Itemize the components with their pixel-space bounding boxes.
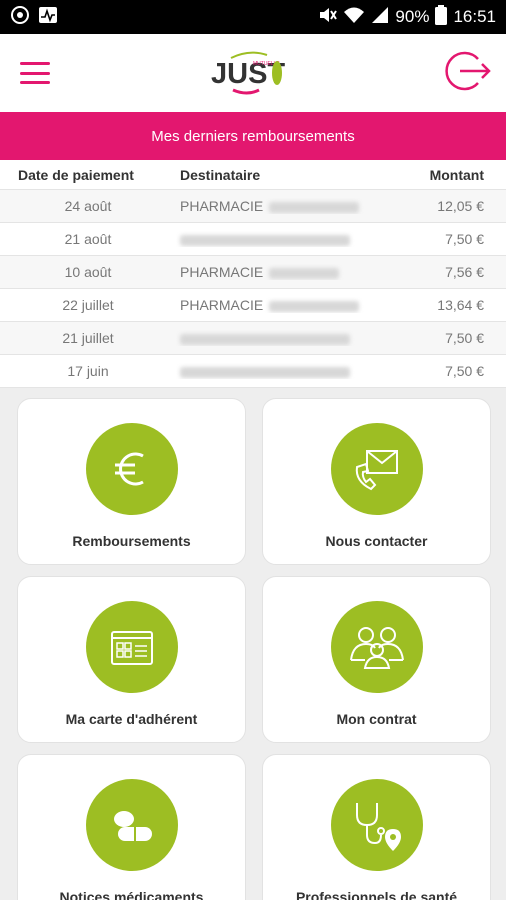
- table-header: Date de paiement Destinataire Montant: [0, 160, 506, 190]
- tile-label: Professionnels de santé: [295, 889, 458, 900]
- payment-date: 22 juillet: [62, 297, 114, 313]
- battery-icon: [435, 4, 448, 30]
- redacted-text: [269, 267, 340, 279]
- logout-button[interactable]: [444, 49, 492, 98]
- column-header-recipient: Destinataire: [180, 166, 261, 183]
- brand-logo: JUST MUTUELLE: [209, 49, 285, 97]
- amount: 7,50 €: [445, 231, 484, 247]
- recipient: PHARMACIE: [176, 264, 396, 280]
- column-header-amount: Montant: [429, 166, 484, 183]
- redacted-text: [180, 234, 350, 246]
- tile-drug-notices[interactable]: Notices médicaments: [17, 754, 246, 900]
- payment-date: 10 août: [64, 264, 112, 280]
- amount: 13,64 €: [437, 297, 484, 313]
- table-row[interactable]: 22 juillet PHARMACIE 13,64 €: [0, 289, 506, 322]
- euro-icon: [114, 452, 144, 486]
- menu-bar-line: [20, 62, 50, 65]
- table-row[interactable]: 24 août PHARMACIE 12,05 €: [0, 190, 506, 223]
- recipient-name: PHARMACIE: [180, 297, 264, 313]
- logo-mark: JUST MUTUELLE: [211, 51, 285, 95]
- redacted-text: [180, 366, 350, 378]
- tile-icon-circle: [85, 601, 178, 693]
- pills-icon: [113, 811, 152, 841]
- recipient-name: PHARMACIE: [180, 264, 264, 280]
- tile-label: Notices médicaments: [59, 889, 204, 900]
- status-bar: 90% 16:51: [0, 0, 506, 34]
- column-header-date: Date de paiement: [18, 166, 134, 183]
- member-card-icon: [110, 631, 153, 665]
- tile-icon-circle: [85, 423, 178, 515]
- menu-bar-line: [20, 71, 50, 75]
- tile-reimbursements[interactable]: Remboursements: [17, 398, 246, 565]
- recipient-name: PHARMACIE: [180, 198, 264, 214]
- tile-member-card[interactable]: Ma carte d'adhérent: [17, 576, 246, 743]
- stethoscope-icon: [355, 803, 401, 851]
- whatsapp-icon: [10, 5, 30, 30]
- amount: 7,56 €: [445, 264, 484, 280]
- recipient: PHARMACIE: [176, 297, 396, 313]
- redacted-text: [269, 201, 360, 213]
- clock: 16:51: [453, 7, 496, 26]
- redacted-text: [269, 300, 360, 312]
- wifi-icon: [343, 5, 365, 30]
- reimbursements-banner: Mes derniers remboursements: [0, 112, 506, 160]
- activity-icon: [38, 5, 58, 30]
- payment-date: 24 août: [64, 198, 112, 214]
- table-row[interactable]: 10 août PHARMACIE 7,56 €: [0, 256, 506, 289]
- recipient: [176, 330, 396, 346]
- tile-contract[interactable]: Mon contrat: [262, 576, 491, 743]
- menu-button[interactable]: [20, 62, 50, 84]
- tile-icon-circle: [330, 601, 423, 693]
- tile-label: Nous contacter: [325, 533, 428, 549]
- table-row[interactable]: 21 juillet 7,50 €: [0, 322, 506, 355]
- payment-date: 21 juillet: [62, 330, 114, 346]
- reimbursements-table: Date de paiement Destinataire Montant 24…: [0, 160, 506, 388]
- tile-label: Ma carte d'adhérent: [65, 711, 198, 727]
- amount: 7,50 €: [445, 330, 484, 346]
- signal-icon: [371, 5, 389, 30]
- family-icon: [349, 627, 404, 669]
- tile-label: Remboursements: [72, 533, 191, 549]
- tile-label: Mon contrat: [336, 711, 417, 727]
- recipient: [176, 363, 396, 379]
- tile-health-professionals[interactable]: Professionnels de santé: [262, 754, 491, 900]
- redacted-text: [180, 333, 350, 345]
- recipient: PHARMACIE: [176, 198, 396, 214]
- recipient: [176, 231, 396, 247]
- tile-icon-circle: [85, 779, 178, 871]
- payment-date: 17 juin: [67, 363, 109, 379]
- tile-contact[interactable]: Nous contacter: [262, 398, 491, 565]
- logout-icon: [445, 51, 491, 90]
- app-header: JUST MUTUELLE: [0, 34, 506, 112]
- tile-icon-circle: [330, 779, 423, 871]
- table-row[interactable]: 21 août 7,50 €: [0, 223, 506, 256]
- amount: 7,50 €: [445, 363, 484, 379]
- battery-percent: 90%: [395, 7, 430, 26]
- mute-icon: [317, 5, 338, 30]
- table-row[interactable]: 17 juin 7,50 €: [0, 355, 506, 388]
- payment-date: 21 août: [64, 231, 112, 247]
- tile-icon-circle: [330, 423, 423, 515]
- contact-icon: [355, 450, 398, 491]
- banner-title: Mes derniers remboursements: [151, 127, 355, 145]
- amount: 12,05 €: [437, 198, 484, 214]
- menu-bar-line: [20, 81, 50, 84]
